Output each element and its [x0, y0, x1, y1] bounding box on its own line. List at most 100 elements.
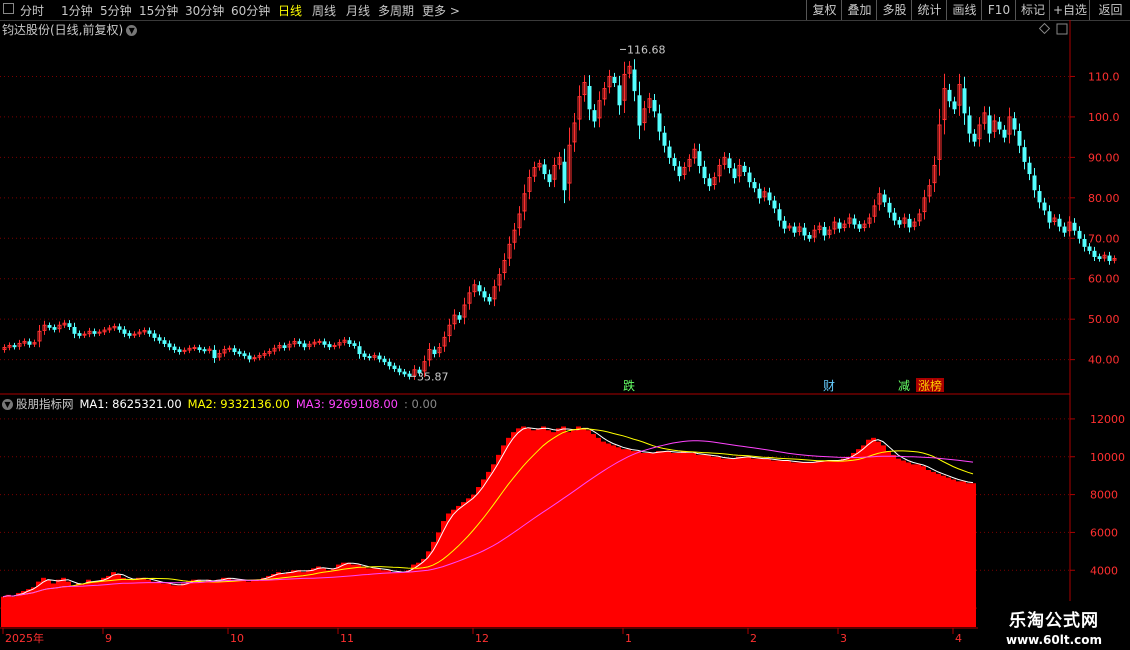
candle-body — [777, 209, 782, 221]
volume-bar — [621, 449, 626, 627]
volume-bar — [11, 596, 16, 627]
candle-body — [1057, 218, 1062, 227]
volume-bar — [831, 460, 836, 627]
candle-body — [587, 85, 592, 110]
volume-bar — [176, 585, 181, 627]
price-tick-label: 60.00 — [1088, 273, 1120, 286]
volume-bar — [756, 458, 761, 627]
volume-bar — [301, 572, 306, 627]
volume-tick-label: 6000 — [1090, 526, 1118, 539]
volume-bar — [506, 437, 511, 627]
volume-bar — [201, 581, 206, 627]
chart-canvas[interactable]: 110.0 100.0 90.00 80.00 70.00 60.00 50.00 40.00… — [0, 0, 1130, 650]
volume-bar — [116, 574, 121, 627]
volume-bar — [721, 458, 726, 627]
volume-bar — [316, 566, 321, 627]
candle-body — [27, 341, 32, 345]
volume-bar — [776, 460, 781, 627]
candle-body — [72, 326, 77, 334]
volume-bar — [856, 449, 861, 627]
candle-body — [192, 347, 197, 349]
candle-body — [892, 212, 897, 221]
candle-body — [667, 146, 672, 158]
volume-bar — [826, 460, 831, 627]
event-label: 跌 — [623, 378, 635, 393]
candle-body — [202, 349, 207, 352]
volume-bar — [796, 462, 801, 627]
volume-bar — [396, 572, 401, 627]
volume-bar — [446, 513, 451, 627]
volume-bar — [551, 432, 556, 627]
volume-bar — [336, 564, 341, 627]
volume-bar — [791, 462, 796, 627]
volume-bar — [6, 594, 11, 627]
x-tick-label: 2025年 — [5, 631, 44, 645]
volume-bar — [386, 570, 391, 627]
price-tick-label: 90.00 — [1088, 151, 1120, 164]
volume-bar — [741, 456, 746, 627]
volume-bar — [921, 466, 926, 627]
volume-bar — [596, 437, 601, 627]
candle-body — [857, 224, 862, 229]
volume-bar — [576, 426, 581, 627]
volume-bar — [636, 451, 641, 627]
candle-body — [672, 158, 677, 166]
candle-body — [617, 85, 622, 106]
volume-bar — [441, 521, 446, 627]
candle-body — [197, 347, 202, 351]
candle-body — [952, 101, 957, 110]
candle-body — [47, 325, 52, 328]
volume-tick-label: 4000 — [1090, 564, 1118, 577]
volume-bar — [641, 452, 646, 627]
volume-bar — [226, 577, 231, 627]
price-tick-label: 70.00 — [1088, 232, 1120, 245]
volume-bar — [466, 498, 471, 627]
candle-body — [772, 200, 777, 209]
volume-bar — [186, 581, 191, 627]
candle-body — [1022, 147, 1027, 162]
candle-body — [782, 220, 787, 229]
volume-bar — [971, 483, 976, 627]
candle-body — [592, 110, 597, 122]
x-tick-label: 4 — [955, 632, 962, 645]
volume-bar — [61, 577, 66, 627]
volume-bar — [231, 579, 236, 627]
candle-body — [547, 174, 552, 183]
volume-bar — [261, 577, 266, 627]
candle-body — [1017, 130, 1022, 146]
volume-bar — [381, 570, 386, 627]
volume-bar — [321, 568, 326, 627]
volume-bar — [511, 432, 516, 627]
volume-bar — [716, 456, 721, 627]
volume-bar — [411, 564, 416, 627]
x-tick-label: 1 — [625, 632, 632, 645]
volume-bar — [221, 577, 226, 627]
volume-bar — [806, 462, 811, 627]
volume-bar — [951, 479, 956, 627]
volume-bar — [241, 579, 246, 627]
volume-bar — [126, 579, 131, 627]
volume-bar — [966, 483, 971, 627]
volume-bar — [816, 460, 821, 627]
candle-body — [487, 297, 492, 302]
candle-body — [382, 358, 387, 363]
volume-bar — [681, 451, 686, 627]
candle-body — [637, 95, 642, 126]
volume-bar — [196, 579, 201, 627]
candle-body — [1032, 175, 1037, 191]
volume-bar — [281, 574, 286, 627]
candle-body — [172, 346, 177, 351]
volume-bar — [686, 452, 691, 627]
volume-bar — [121, 577, 126, 627]
candle-body — [767, 192, 772, 201]
volume-bar — [51, 583, 56, 627]
volume-bar — [46, 579, 51, 627]
candle-body — [377, 355, 382, 360]
volume-bar — [661, 451, 666, 627]
watermark: 乐淘公式网 www.60lt.com — [978, 601, 1130, 650]
volume-bar — [426, 551, 431, 627]
candle-body — [432, 349, 437, 355]
volume-bar — [541, 426, 546, 627]
candle-body — [1042, 202, 1047, 211]
volume-bar — [731, 458, 736, 627]
